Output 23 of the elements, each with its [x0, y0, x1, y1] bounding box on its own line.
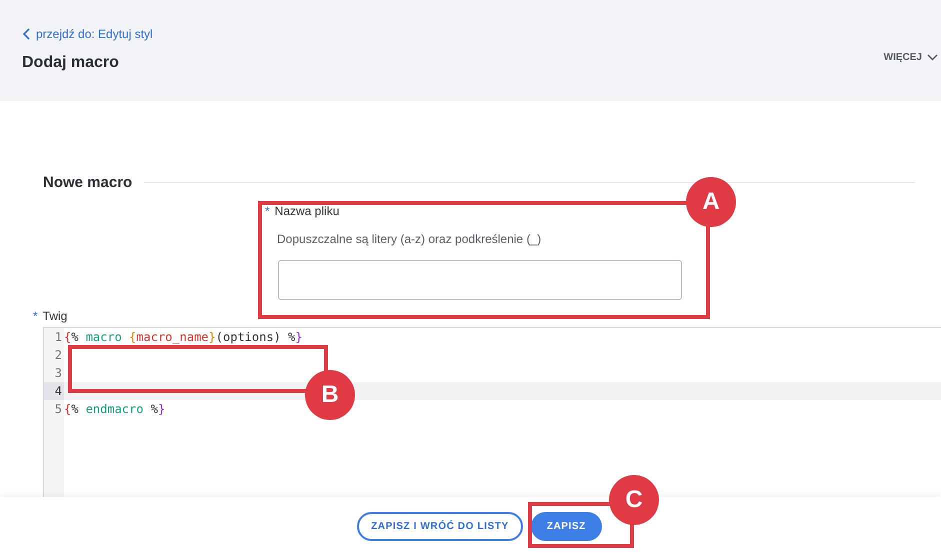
line-number: 5 [44, 400, 64, 418]
line-number: 3 [44, 364, 64, 382]
callout-badge: B [305, 370, 355, 420]
filename-input[interactable] [278, 260, 682, 300]
line-number: 1 [44, 328, 64, 346]
required-mark: * [265, 204, 270, 218]
section-title: Nowe macro [43, 174, 132, 191]
callout-badge: A [686, 177, 736, 227]
save-button[interactable]: ZAPISZ [530, 512, 602, 541]
line-number: 4 [44, 382, 64, 400]
chevron-left-icon [22, 28, 31, 40]
callout-badge: C [609, 475, 659, 525]
field-hint: Dopuszczalne są litery (a-z) oraz podkreślenie (_) [277, 232, 542, 246]
line-number: 2 [44, 346, 64, 364]
more-menu[interactable]: WIĘCEJ [884, 52, 938, 63]
page-title: Dodaj macro [22, 54, 119, 72]
save-and-return-button[interactable]: ZAPISZ I WRÓĆ DO LISTY [357, 512, 523, 541]
code-text: {% endmacro %} [64, 401, 166, 418]
code-text: {% macro {macro_name}(options) %} [64, 329, 302, 346]
field-label: Twig [42, 309, 68, 323]
chevron-down-icon [927, 54, 938, 61]
required-mark: * [33, 309, 38, 323]
field-label: Nazwa pliku [274, 204, 340, 218]
